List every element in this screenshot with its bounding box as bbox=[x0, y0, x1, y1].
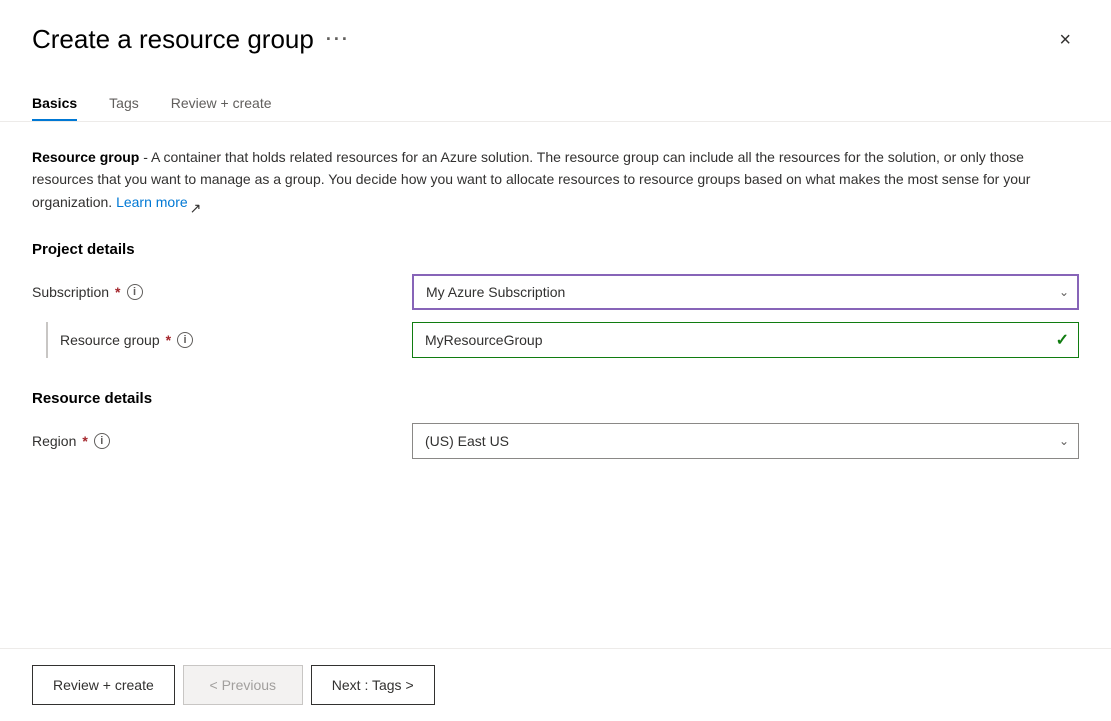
region-control: (US) East US ⌄ bbox=[412, 423, 1079, 459]
subscription-label-text: Subscription bbox=[32, 284, 109, 300]
resource-details-title: Resource details bbox=[32, 390, 1079, 407]
dialog-content: Resource group - A container that holds … bbox=[0, 122, 1111, 648]
subscription-label: Subscription * i bbox=[32, 284, 412, 300]
region-required-star: * bbox=[82, 433, 87, 449]
subscription-info-icon[interactable]: i bbox=[127, 284, 143, 300]
indent-line bbox=[46, 322, 48, 358]
resource-group-dropdown-wrapper: MyResourceGroup ✓ bbox=[412, 322, 1079, 358]
resource-group-row: Resource group * i MyResourceGroup ✓ bbox=[32, 322, 1079, 358]
subscription-required-star: * bbox=[115, 284, 120, 300]
resource-group-label: Resource group * i bbox=[60, 332, 193, 348]
create-resource-group-dialog: Create a resource group ··· × Basics Tag… bbox=[0, 0, 1111, 721]
subscription-dropdown-wrapper: My Azure Subscription ⌄ bbox=[412, 274, 1079, 310]
dialog-footer: Review + create < Previous Next : Tags > bbox=[0, 648, 1111, 721]
resource-details-section: Resource details Region * i (US) East US… bbox=[32, 390, 1079, 459]
subscription-row: Subscription * i My Azure Subscription ⌄ bbox=[32, 274, 1079, 310]
resource-group-required-star: * bbox=[166, 332, 171, 348]
project-details-title: Project details bbox=[32, 241, 1079, 258]
region-label: Region * i bbox=[32, 433, 412, 449]
description-bold: Resource group bbox=[32, 149, 139, 165]
review-create-button[interactable]: Review + create bbox=[32, 665, 175, 705]
resource-group-label-wrapper: Resource group * i bbox=[32, 322, 412, 358]
previous-button: < Previous bbox=[183, 665, 303, 705]
region-info-icon[interactable]: i bbox=[94, 433, 110, 449]
tab-review-create[interactable]: Review + create bbox=[171, 87, 272, 121]
tab-bar: Basics Tags Review + create bbox=[0, 71, 1111, 122]
project-details-section: Project details Subscription * i My Azur… bbox=[32, 241, 1079, 358]
tab-tags[interactable]: Tags bbox=[109, 87, 139, 121]
resource-group-dropdown[interactable]: MyResourceGroup bbox=[412, 322, 1079, 358]
external-link-icon: ↗ bbox=[190, 197, 202, 209]
tab-basics[interactable]: Basics bbox=[32, 87, 77, 121]
title-row: Create a resource group ··· bbox=[32, 24, 350, 55]
subscription-dropdown[interactable]: My Azure Subscription bbox=[412, 274, 1079, 310]
dialog-title: Create a resource group bbox=[32, 24, 314, 55]
resource-group-info-icon[interactable]: i bbox=[177, 332, 193, 348]
subscription-control: My Azure Subscription ⌄ bbox=[412, 274, 1079, 310]
region-dropdown-wrapper: (US) East US ⌄ bbox=[412, 423, 1079, 459]
close-button[interactable]: × bbox=[1051, 26, 1079, 54]
resource-group-label-text: Resource group bbox=[60, 332, 160, 348]
dialog-header: Create a resource group ··· × bbox=[0, 0, 1111, 55]
next-button[interactable]: Next : Tags > bbox=[311, 665, 435, 705]
description-text: Resource group - A container that holds … bbox=[32, 146, 1079, 213]
more-options-button[interactable]: ··· bbox=[326, 29, 350, 50]
learn-more-link[interactable]: Learn more bbox=[116, 194, 188, 210]
region-dropdown[interactable]: (US) East US bbox=[412, 423, 1079, 459]
region-row: Region * i (US) East US ⌄ bbox=[32, 423, 1079, 459]
region-label-text: Region bbox=[32, 433, 76, 449]
resource-group-control: MyResourceGroup ✓ bbox=[412, 322, 1079, 358]
